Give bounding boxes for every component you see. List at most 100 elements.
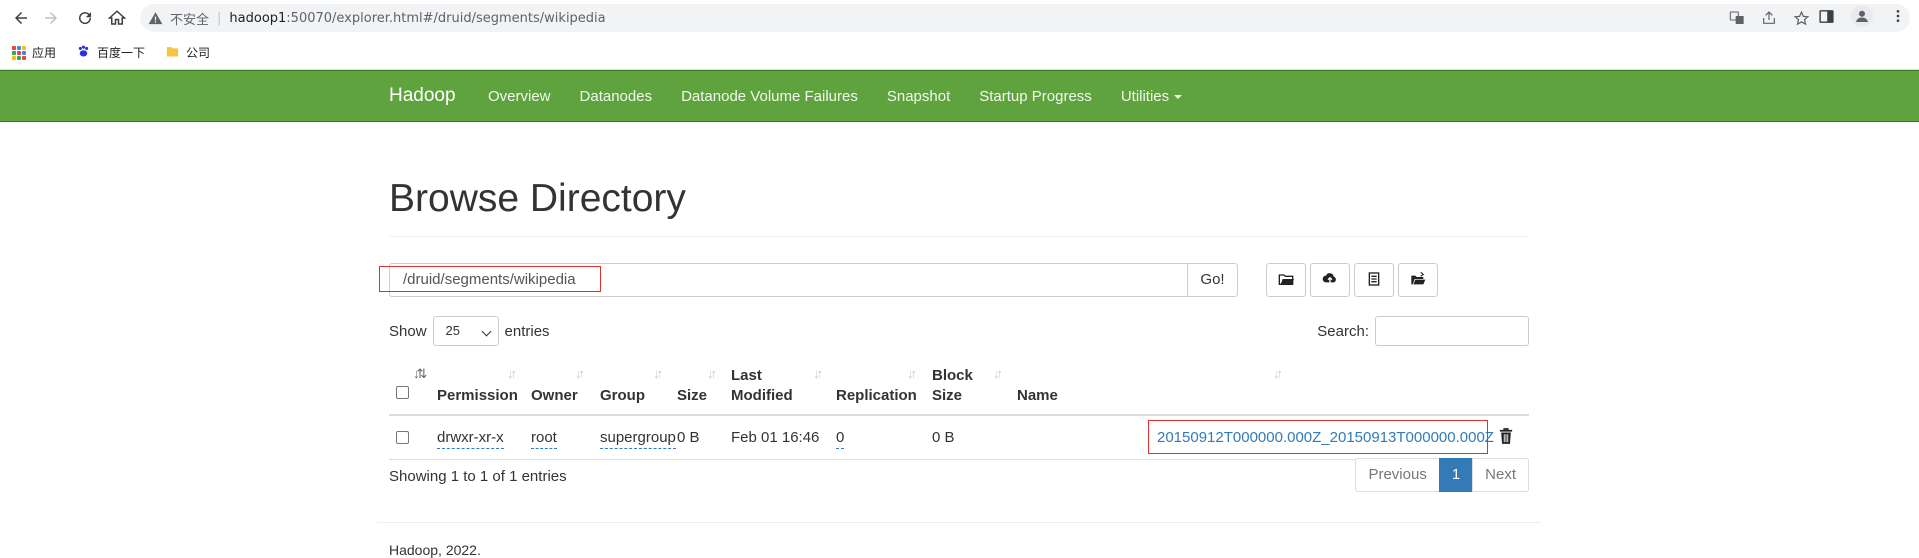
header-name[interactable]: Name — [1017, 386, 1058, 406]
url-host: hadoop1 — [229, 10, 287, 26]
page-1-button[interactable]: 1 — [1438, 458, 1474, 492]
reload-icon[interactable] — [72, 5, 98, 31]
omnibox-actions — [1728, 4, 1810, 32]
bookmark-company[interactable]: 公司 — [165, 44, 210, 62]
row-checkbox[interactable] — [396, 431, 409, 444]
folder-icon — [165, 44, 180, 62]
delete-trash-icon[interactable] — [1499, 428, 1515, 446]
bookmarks-bar: 应用 百度一下 公司 — [0, 36, 1919, 70]
entries-select-value: 25 — [445, 323, 460, 338]
name-link[interactable]: 20150912T000000.000Z_20150913T000000.000… — [1157, 428, 1494, 448]
navbar-brand[interactable]: Hadoop — [389, 85, 456, 107]
entries-length-control: Show 25 entries — [389, 316, 550, 346]
folder-open-button[interactable] — [1398, 263, 1438, 297]
permission-cell[interactable]: drwxr-xr-x — [437, 428, 504, 449]
replication-cell[interactable]: 0 — [836, 428, 845, 449]
url-path: :50070/explorer.html#/druid/segments/wik… — [286, 10, 606, 26]
insecure-label[interactable]: 不安全 — [170, 9, 209, 28]
bookmark-star-icon[interactable] — [1792, 9, 1810, 27]
next-page-button[interactable]: Next — [1472, 458, 1529, 492]
header-size[interactable]: Size — [677, 386, 707, 406]
last-modified-cell: Feb 01 16:46 — [731, 429, 820, 446]
entries-select[interactable]: 25 — [432, 316, 499, 346]
footer-text: Hadoop, 2022. — [389, 542, 481, 558]
header-last-modified-line2: Modified — [731, 387, 793, 404]
nav-startup-progress[interactable]: Startup Progress — [979, 88, 1092, 105]
create-folder-button[interactable] — [1266, 263, 1306, 297]
search-input[interactable] — [1375, 316, 1529, 346]
forward-arrow-icon[interactable] — [38, 5, 64, 31]
path-row: /druid/segments/wikipedia Go! — [379, 263, 1529, 297]
upload-button[interactable] — [1310, 263, 1350, 297]
header-last-modified[interactable]: Last Modified — [731, 366, 793, 406]
nav-datanodes[interactable]: Datanodes — [580, 88, 653, 105]
path-highlight-box — [379, 266, 601, 292]
warning-icon[interactable] — [148, 10, 164, 26]
nav-overview[interactable]: Overview — [488, 88, 551, 105]
select-all-checkbox[interactable] — [396, 386, 409, 399]
go-button[interactable]: Go! — [1187, 263, 1238, 297]
previous-page-button[interactable]: Previous — [1355, 458, 1440, 492]
hadoop-navbar: Hadoop Overview Datanodes Datanode Volum… — [0, 70, 1919, 122]
table-search: Search: — [1317, 316, 1529, 346]
page-header: Browse Directory — [389, 179, 1529, 237]
cut-paste-button[interactable] — [1354, 263, 1394, 297]
table-info: Showing 1 to 1 of 1 entries — [389, 468, 567, 485]
nav-utilities-label: Utilities — [1120, 87, 1170, 105]
pagination: Previous 1 Next — [1355, 458, 1529, 492]
sort-icon[interactable]: ↓↑ — [653, 366, 663, 381]
header-replication[interactable]: Replication — [836, 386, 917, 406]
nav-utilities-dropdown[interactable]: Utilities — [1120, 87, 1183, 105]
bookmark-label: 应用 — [32, 46, 57, 60]
header-permission[interactable]: Permission — [437, 386, 518, 406]
address-bar[interactable]: 不安全 | hadoop1:50070/explorer.html#/druid… — [140, 4, 1910, 32]
nav-snapshot[interactable]: Snapshot — [887, 88, 950, 105]
directory-table: ↓⇅ Permission ↓↑ Owner ↓↑ Group ↓↑ Size … — [389, 360, 1529, 460]
size-cell: 0 B — [677, 429, 700, 446]
sort-icon[interactable]: ↓↑ — [993, 366, 1003, 381]
apps-grid-icon — [12, 45, 26, 60]
side-panel-icon[interactable] — [1815, 5, 1837, 27]
profile-avatar-icon[interactable] — [1851, 5, 1873, 27]
header-group[interactable]: Group — [600, 386, 645, 406]
create-folder-icon — [1278, 271, 1294, 290]
more-menu-icon[interactable] — [1887, 5, 1909, 27]
main-container: Browse Directory /druid/segments/wikiped… — [377, 122, 1541, 558]
sort-icon[interactable]: ↓↑ — [575, 366, 585, 381]
table-header: ↓⇅ Permission ↓↑ Owner ↓↑ Group ↓↑ Size … — [389, 360, 1529, 416]
header-block-size-line2: Size — [932, 387, 963, 404]
toolbar — [1266, 263, 1438, 297]
search-label: Search: — [1317, 322, 1369, 340]
page-title: Browse Directory — [389, 177, 686, 220]
browser-actions — [1815, 5, 1909, 27]
show-label: Show — [389, 322, 427, 340]
footer-divider — [377, 522, 1541, 523]
bookmark-label: 公司 — [186, 46, 211, 60]
bookmark-label: 百度一下 — [97, 46, 146, 60]
divider: | — [217, 10, 222, 26]
sort-icon[interactable]: ↓↑ — [813, 366, 823, 381]
header-block-size[interactable]: Block Size — [932, 366, 973, 406]
chevron-down-icon — [481, 326, 491, 337]
sort-icon[interactable]: ↓↑ — [507, 366, 517, 381]
header-block-size-line1: Block — [932, 367, 973, 384]
sort-asc-icon[interactable]: ↓⇅ — [413, 366, 428, 382]
table-row: drwxr-xr-x root supergroup 0 B Feb 01 16… — [389, 416, 1529, 460]
sort-icon[interactable]: ↓↑ — [907, 366, 917, 381]
nav-datanode-volume-failures[interactable]: Datanode Volume Failures — [681, 88, 858, 105]
sort-icon[interactable]: ↓↑ — [707, 366, 717, 381]
group-cell[interactable]: supergroup — [600, 428, 676, 449]
sort-icon[interactable]: ↓↑ — [1273, 366, 1283, 381]
header-owner[interactable]: Owner — [531, 386, 578, 406]
baidu-paw-icon — [76, 44, 91, 62]
block-size-cell: 0 B — [932, 429, 955, 446]
owner-cell[interactable]: root — [531, 428, 557, 449]
back-arrow-icon[interactable] — [8, 5, 34, 31]
home-icon[interactable] — [104, 5, 130, 31]
bookmark-baidu[interactable]: 百度一下 — [76, 44, 145, 62]
upload-icon — [1322, 271, 1338, 290]
translate-icon[interactable] — [1728, 9, 1746, 27]
header-last-modified-line1: Last — [731, 367, 762, 384]
share-icon[interactable] — [1760, 9, 1778, 27]
bookmark-apps[interactable]: 应用 — [12, 44, 56, 61]
